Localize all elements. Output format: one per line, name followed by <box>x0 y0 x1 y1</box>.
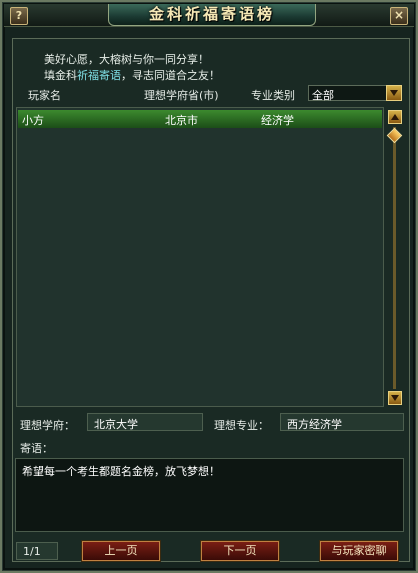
major-filter-value: 全部 <box>312 89 334 102</box>
row-province: 北京市 <box>165 114 198 127</box>
prayer-board-window: ? 金科祈福寄语榜 × 美好心愿，大榕树与你一同分享！ 填金科祈福寄语，寻志同道… <box>0 0 418 573</box>
column-header-province[interactable]: 理想学府省(市) <box>144 87 219 103</box>
player-list: 小方 北京市 经济学 <box>16 107 384 407</box>
intro-text: 美好心愿，大榕树与你一同分享！ 填金科祈福寄语，寻志同道合之友！ <box>44 52 220 84</box>
column-header-player[interactable]: 玩家名 <box>28 87 61 103</box>
intro-line-2: 填金科祈福寄语，寻志同道合之友！ <box>44 68 220 84</box>
next-page-button[interactable]: 下一页 <box>200 540 280 562</box>
scroll-down-arrow-icon[interactable] <box>388 391 402 405</box>
scrollbar-track[interactable] <box>393 127 396 389</box>
intro-line-2-suffix: ，寻志同道合之友！ <box>121 69 220 82</box>
row-major: 经济学 <box>261 114 294 127</box>
message-box: 希望每一个考生都题名金榜，放飞梦想！ <box>15 458 404 532</box>
intro-highlight-link[interactable]: 祈福寄语 <box>77 69 121 82</box>
major-label: 理想专业： <box>214 419 269 432</box>
help-button[interactable]: ? <box>10 7 28 25</box>
intro-line-1: 美好心愿，大榕树与你一同分享！ <box>44 53 209 66</box>
page-indicator: 1/1 <box>16 542 58 560</box>
private-chat-button[interactable]: 与玩家密聊 <box>319 540 399 562</box>
school-field: 北京大学 <box>87 413 203 431</box>
close-button[interactable]: × <box>390 7 408 25</box>
intro-line-2-prefix: 填金科 <box>44 69 77 82</box>
prev-page-button[interactable]: 上一页 <box>81 540 161 562</box>
dropdown-arrow-icon[interactable] <box>386 85 402 101</box>
row-player-name: 小方 <box>22 114 44 127</box>
window-title: 金科祈福寄语榜 <box>108 4 316 26</box>
major-field: 西方经济学 <box>280 413 404 431</box>
scroll-up-arrow-icon[interactable] <box>388 110 402 124</box>
message-label: 寄语： <box>20 442 53 455</box>
column-header-major[interactable]: 专业类别 <box>251 87 295 103</box>
list-row-selected[interactable]: 小方 北京市 经济学 <box>18 110 382 128</box>
title-bar[interactable]: ? 金科祈福寄语榜 × <box>4 4 414 27</box>
major-filter-dropdown[interactable]: 全部 <box>308 85 402 102</box>
school-label: 理想学府： <box>20 419 75 432</box>
